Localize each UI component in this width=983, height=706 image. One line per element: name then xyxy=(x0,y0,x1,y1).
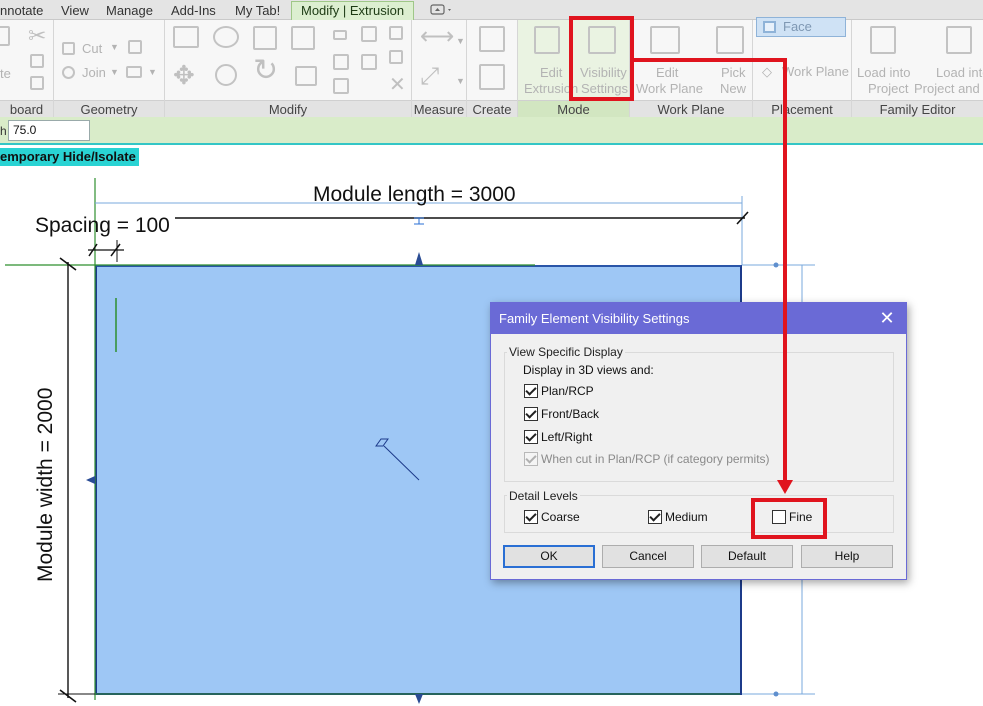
plan-rcp-label: Plan/RCP xyxy=(541,384,594,398)
left-right-label: Left/Right xyxy=(541,430,593,444)
help-button[interactable]: Help xyxy=(801,545,893,568)
front-back-label: Front/Back xyxy=(541,407,600,421)
dialog-title: Family Element Visibility Settings xyxy=(499,311,690,326)
when-cut-label: When cut in Plan/RCP (if category permit… xyxy=(541,452,770,466)
close-icon[interactable]: ✕ xyxy=(878,309,896,327)
module-length-dimension[interactable]: Module length = 3000 xyxy=(313,183,516,207)
dialog-title-bar: Family Element Visibility Settings xyxy=(491,303,906,334)
spacing-dimension[interactable]: Spacing = 100 xyxy=(35,214,170,238)
when-cut-checkbox-box xyxy=(524,452,538,466)
left-right-checkbox-box[interactable] xyxy=(524,430,538,444)
medium-label: Medium xyxy=(665,510,708,524)
front-back-checkbox-box[interactable] xyxy=(524,407,538,421)
coarse-label: Coarse xyxy=(541,510,580,524)
medium-checkbox-box[interactable] xyxy=(648,510,662,524)
annotation-arrowhead xyxy=(777,480,793,494)
visibility-settings-highlight xyxy=(569,16,634,101)
default-button[interactable]: Default xyxy=(701,545,793,568)
fine-checkbox-highlight xyxy=(751,498,827,539)
module-width-dimension[interactable]: Module width = 2000 xyxy=(34,388,58,582)
display-in-3d-label: Display in 3D views and: xyxy=(523,363,654,377)
family-element-visibility-dialog: Family Element Visibility Settings ✕ Vie… xyxy=(490,302,907,580)
detail-levels-title: Detail Levels xyxy=(507,489,580,503)
annotation-connector-horizontal xyxy=(634,58,787,62)
annotation-connector-vertical xyxy=(783,58,787,482)
coarse-checkbox-box[interactable] xyxy=(524,510,538,524)
cancel-button[interactable]: Cancel xyxy=(602,545,694,568)
ok-button[interactable]: OK xyxy=(503,545,595,568)
plan-rcp-checkbox-box[interactable] xyxy=(524,384,538,398)
view-specific-display-title: View Specific Display xyxy=(507,345,625,359)
